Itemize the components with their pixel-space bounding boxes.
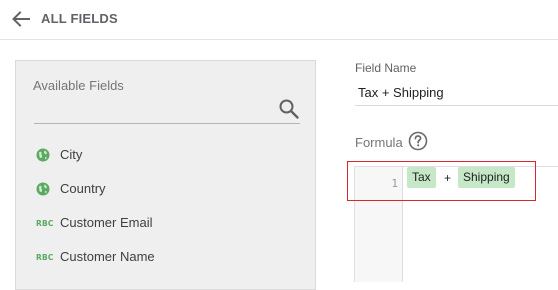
globe-icon [36,182,50,196]
field-label: Country [60,181,106,196]
search-icon [279,99,299,119]
field-item-country[interactable]: Country [36,177,296,201]
field-item-customer-email[interactable]: RBC Customer Email [36,211,296,235]
formula-editor[interactable]: 1 Tax + Shipping [354,166,558,282]
all-fields-link[interactable]: ALL FIELDS [41,11,118,26]
globe-icon [36,148,50,162]
field-name-input[interactable] [355,80,558,106]
help-icon [408,131,428,151]
search-button[interactable] [278,98,300,120]
formula-operator: + [444,171,452,185]
line-number: 1 [391,177,398,190]
back-button[interactable] [10,9,34,29]
field-name-label: Field Name [355,61,417,75]
available-fields-heading: Available Fields [33,78,124,93]
help-button[interactable] [408,131,428,151]
formula-label: Formula [355,135,403,150]
top-bar: ALL FIELDS [0,0,558,40]
field-item-city[interactable]: City [36,143,296,167]
field-label: City [60,147,83,162]
line-number-gutter: 1 [355,167,403,282]
field-label: Customer Name [60,249,155,264]
field-item-customer-name[interactable]: RBC Customer Name [36,245,296,269]
field-label: Customer Email [60,215,153,230]
text-type-icon: RBC [36,219,54,228]
formula-field-chip-tax[interactable]: Tax [407,167,436,188]
available-fields-panel: Available Fields City Country RBC Custom… [15,60,316,290]
text-type-icon: RBC [36,253,54,262]
search-input-underline[interactable] [34,123,300,124]
formula-field-chip-shipping[interactable]: Shipping [458,167,515,188]
arrow-left-icon [12,11,30,27]
